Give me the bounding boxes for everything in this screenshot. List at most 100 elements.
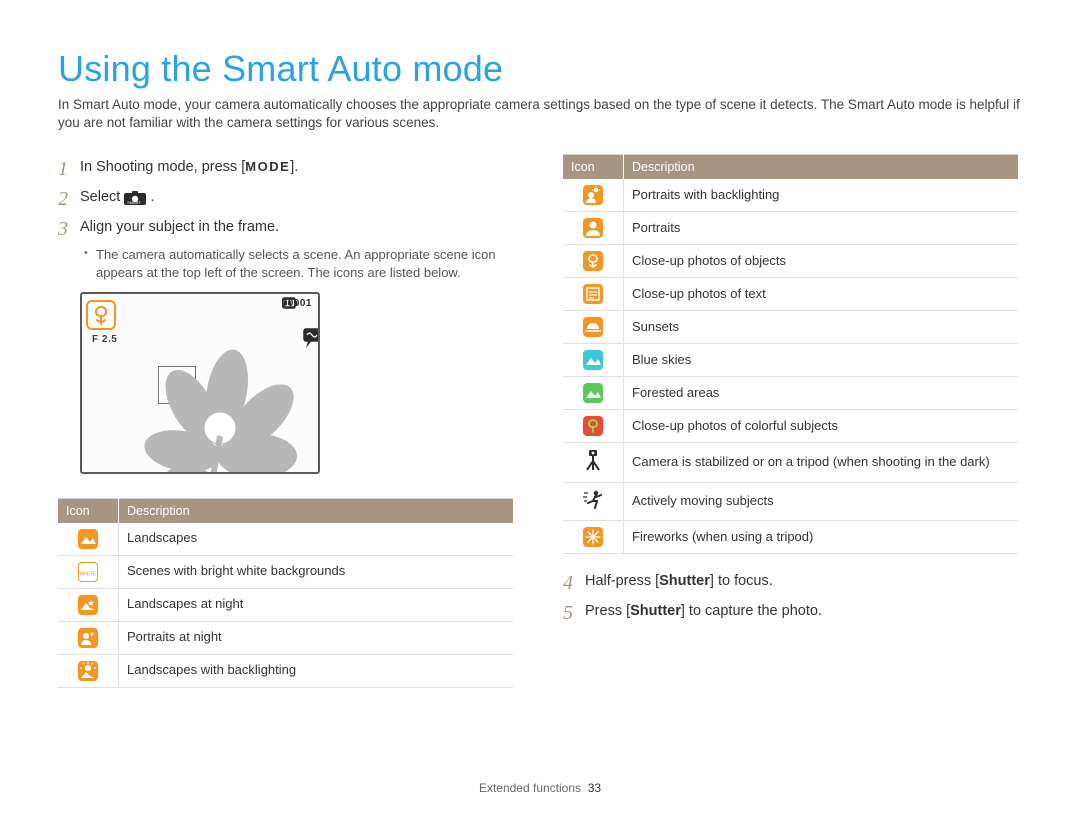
night-landscape-icon [78,595,98,615]
desc-cell: Sunsets [624,311,1019,344]
desc-cell: Fireworks (when using a tripod) [624,521,1019,554]
colorful-macro-icon [583,416,603,436]
step-4: 4 Half-press [Shutter] to focus. [563,568,1018,598]
desc-cell: Landscapes at night [119,588,514,621]
two-column-layout: 1 In Shooting mode, press [MODE]. 2 Sele… [58,154,1022,701]
table-row: Actively moving subjects [563,483,1018,521]
th-icon: Icon [563,155,624,180]
blue-sky-icon [583,350,603,370]
table-row: Sunsets [563,311,1018,344]
table-row: Fireworks (when using a tripod) [563,521,1018,554]
table-row: Portraits [563,212,1018,245]
white-bg-icon: WHITE [78,562,98,582]
svg-text:WHITE: WHITE [79,571,97,577]
step-text: . [150,189,154,205]
desc-cell: Scenes with bright white backgrounds [119,555,514,588]
steps-list-left: 1 In Shooting mode, press [MODE]. 2 Sele… [58,154,513,244]
table-row: WHITE Scenes with bright white backgroun… [58,555,513,588]
left-column: 1 In Shooting mode, press [MODE]. 2 Sele… [58,154,513,701]
shutter-key: Shutter [630,603,681,619]
icon-table-right: Icon Description Portraits with backligh… [563,154,1018,554]
step-text: ] to focus. [710,573,773,589]
macro-icon [86,300,116,330]
step-text: Align your subject in the frame. [80,218,513,238]
step-5: 5 Press [Shutter] to capture the photo. [563,598,1018,628]
lcd-topbar: 00001 [282,298,312,309]
table-row: Close-up photos of text [563,278,1018,311]
desc-cell: Portraits [624,212,1019,245]
steps-list-right: 4 Half-press [Shutter] to focus. 5 Press… [563,568,1018,628]
desc-cell: Forested areas [624,377,1019,410]
desc-cell: Close-up photos of colorful subjects [624,410,1019,443]
table-row: Camera is stabilized or on a tripod (whe… [563,443,1018,483]
desc-cell: Blue skies [624,344,1019,377]
page-number: 33 [588,781,601,795]
page-title: Using the Smart Auto mode [58,48,1022,90]
battery-icon [282,298,298,308]
step-number: 1 [58,158,80,180]
shutter-key: Shutter [659,573,710,589]
forest-icon [583,383,603,403]
desc-cell: Portraits at night [119,621,514,654]
landscape-icon [78,529,98,549]
step-text: ]. [290,159,298,175]
th-desc: Description [624,155,1019,180]
desc-cell: Landscapes [119,523,514,556]
night-portrait-icon [78,628,98,648]
step-number: 2 [58,188,80,210]
mode-key: MODE [245,159,290,174]
lcd-preview: 00001 F 2.5 M A [80,292,320,474]
desc-cell: Close-up photos of text [624,278,1019,311]
icon-table-left: Icon Description Landscapes WHITE Scenes… [58,498,513,688]
page-footer: Extended functions 33 [0,781,1080,795]
step-number: 5 [563,602,585,624]
table-row: Landscapes with backlighting [58,654,513,687]
step-1: 1 In Shooting mode, press [MODE]. [58,154,513,184]
manual-page: Using the Smart Auto mode In Smart Auto … [0,0,1080,815]
table-row: Blue skies [563,344,1018,377]
table-row: Landscapes [58,523,513,556]
sunset-icon [583,317,603,337]
step-text: In Shooting mode, press [ [80,159,245,175]
step-body: In Shooting mode, press [MODE]. [80,158,513,178]
portrait-icon [583,218,603,238]
action-icon [582,489,604,514]
step-number: 4 [563,572,585,594]
desc-cell: Portraits with backlighting [624,179,1019,212]
table-row: Portraits at night [58,621,513,654]
intro-text: In Smart Auto mode, your camera automati… [58,96,1022,132]
backlit-landscape-icon [78,661,98,681]
fireworks-icon [583,527,603,547]
th-icon: Icon [58,498,119,523]
step-number: 3 [58,218,80,240]
desc-cell: Close-up photos of objects [624,245,1019,278]
step-text: Select [80,189,124,205]
step-text: Half-press [ [585,573,659,589]
step-3-subnote: The camera automatically selects a scene… [84,246,513,281]
svg-text:SMART: SMART [127,200,141,205]
stabilizer-icon [303,328,320,342]
step-text: ] to capture the photo. [681,603,822,619]
table-row: Forested areas [563,377,1018,410]
step-2: 2 Select SMART . [58,184,513,214]
table-row: Close-up photos of colorful subjects [563,410,1018,443]
right-column: Icon Description Portraits with backligh… [563,154,1018,701]
macro-object-icon [583,251,603,271]
macro-text-icon [583,284,603,304]
smart-camera-icon: SMART [124,191,146,205]
tripod-icon [583,449,603,476]
table-row: Portraits with backlighting [563,179,1018,212]
desc-cell: Camera is stabilized or on a tripod (whe… [624,443,1019,483]
step-text: Press [ [585,603,630,619]
th-desc: Description [119,498,514,523]
flower-graphic [112,336,302,474]
step-body: Half-press [Shutter] to focus. [585,572,1018,592]
step-body: Press [Shutter] to capture the photo. [585,602,1018,622]
backlit-portrait-icon [583,185,603,205]
step-3: 3 Align your subject in the frame. [58,214,513,244]
desc-cell: Actively moving subjects [624,483,1019,521]
step-body: Select SMART . [80,188,513,208]
desc-cell: Landscapes with backlighting [119,654,514,687]
table-row: Landscapes at night [58,588,513,621]
table-row: Close-up photos of objects [563,245,1018,278]
